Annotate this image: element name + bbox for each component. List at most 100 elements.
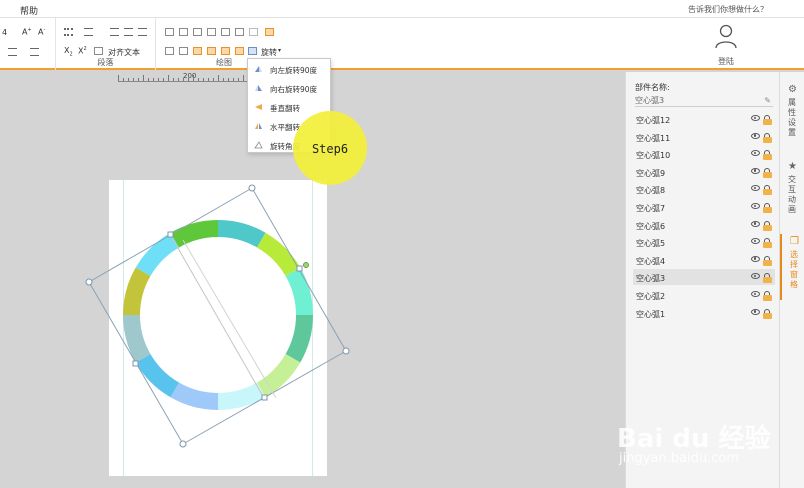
- watermark-url: jingyan.baidu.com: [619, 451, 739, 466]
- ruler-tick: [223, 78, 224, 81]
- layer-row[interactable]: 空心弧2: [633, 287, 775, 303]
- eye-icon[interactable]: [751, 255, 760, 262]
- ruler-tick: [203, 78, 204, 81]
- lock-shape-icon[interactable]: [265, 28, 274, 36]
- menu-help[interactable]: 帮助: [20, 4, 38, 17]
- layer-row[interactable]: 空心弧5: [633, 234, 775, 250]
- baidu-watermark: Bai du 经验 jingyan.baidu.com: [617, 398, 777, 468]
- eye-icon[interactable]: [751, 203, 760, 209]
- layer-label: 空心弧9: [636, 168, 666, 178]
- align-left-shape-icon[interactable]: [165, 28, 174, 36]
- grow-font-icon[interactable]: A+: [22, 27, 32, 37]
- font-size-value[interactable]: 4: [2, 28, 7, 37]
- shrink-font-icon[interactable]: A-: [38, 27, 45, 37]
- tab-properties-label: 属性设置: [788, 98, 796, 137]
- group-icon[interactable]: [165, 47, 174, 55]
- gear-icon: ⚙: [788, 84, 797, 95]
- component-name-field[interactable]: 空心弧3 ✎: [635, 95, 773, 107]
- layer-label: 空心弧4: [636, 256, 666, 266]
- rotate-left-90-label: 向左旋转90度: [270, 66, 318, 75]
- eye-icon[interactable]: [751, 167, 760, 174]
- align-right-shape-icon[interactable]: [193, 28, 202, 36]
- tab-properties[interactable]: ⚙ 属性设置: [780, 82, 804, 142]
- tab-animation[interactable]: ★ 交互动画: [780, 159, 804, 219]
- eye-icon[interactable]: [751, 308, 760, 315]
- lock-icon[interactable]: [763, 167, 772, 178]
- lock-icon[interactable]: [763, 238, 772, 249]
- rotate-left-90-item[interactable]: 向左旋转90度: [248, 60, 332, 78]
- lock-icon[interactable]: [763, 203, 772, 213]
- eye-icon[interactable]: [751, 185, 760, 192]
- superscript-icon[interactable]: X2: [78, 46, 87, 56]
- rotate-right-icon: [255, 85, 262, 91]
- layer-row[interactable]: 空心弧4: [633, 252, 775, 268]
- lock-icon[interactable]: [763, 308, 772, 319]
- resize-handle-se[interactable]: [342, 347, 350, 355]
- ribbon: 4 A+ A- X2 X2 对齐文本 段落 旋转 ▾ 绘图 登陆: [0, 18, 804, 70]
- layer-row[interactable]: 空心弧12: [633, 111, 775, 127]
- login-button[interactable]: 登陆: [705, 22, 747, 66]
- ruler-tick: [213, 78, 214, 81]
- lock-icon[interactable]: [763, 150, 772, 161]
- layer-row[interactable]: 空心弧3: [633, 269, 775, 286]
- rotate-right-90-item[interactable]: 向右旋转90度: [248, 79, 332, 97]
- align-text-icon[interactable]: [94, 47, 103, 55]
- layer-label: 空心弧3: [636, 274, 666, 284]
- ruler-tick: [173, 78, 174, 81]
- rotation-angle-icon: [254, 141, 263, 149]
- edit-pencil-icon[interactable]: ✎: [764, 96, 771, 105]
- rotate-icon[interactable]: [248, 47, 257, 55]
- ruler-tick: [198, 78, 199, 81]
- eye-icon[interactable]: [751, 132, 760, 139]
- bring-forward-icon[interactable]: [193, 47, 202, 55]
- layer-row[interactable]: 空心弧8: [633, 181, 775, 197]
- lock-icon[interactable]: [763, 115, 772, 125]
- lock-icon[interactable]: [763, 273, 772, 284]
- layer-row[interactable]: 空心弧6: [633, 217, 775, 233]
- eye-icon[interactable]: [751, 115, 760, 121]
- bring-front-icon[interactable]: [221, 47, 230, 55]
- shape-outline-icon[interactable]: [30, 48, 39, 56]
- lock-icon[interactable]: [763, 255, 772, 266]
- ruler-tick: [208, 78, 209, 81]
- align-bottom-shape-icon[interactable]: [235, 28, 244, 36]
- distribute-icon[interactable]: [249, 28, 258, 36]
- slide-canvas[interactable]: [109, 180, 327, 476]
- layer-row[interactable]: 空心弧7: [633, 199, 775, 215]
- eye-icon[interactable]: [751, 273, 760, 280]
- align-top-shape-icon[interactable]: [207, 28, 216, 36]
- ungroup-icon[interactable]: [179, 47, 188, 55]
- lock-icon[interactable]: [763, 291, 772, 301]
- tab-selection-pane-label: 选择窗格: [790, 250, 798, 289]
- send-back-icon[interactable]: [235, 47, 244, 55]
- ruler-tick: [163, 78, 164, 81]
- layer-row[interactable]: 空心弧10: [633, 146, 775, 162]
- layer-row[interactable]: 空心弧9: [633, 164, 775, 180]
- line-spacing-2-icon[interactable]: [84, 28, 93, 36]
- tell-me-search[interactable]: 告诉我们你想做什么？: [688, 4, 768, 15]
- align-center-shape-icon[interactable]: [179, 28, 188, 36]
- layer-row[interactable]: 空心弧11: [633, 129, 775, 145]
- tab-selection-pane[interactable]: ❐ 选择窗格: [780, 234, 804, 300]
- align-middle-shape-icon[interactable]: [221, 28, 230, 36]
- resize-handle-nw[interactable]: [85, 278, 93, 286]
- line-spacing-icon[interactable]: [8, 48, 17, 56]
- eye-icon[interactable]: [751, 238, 760, 245]
- eye-icon[interactable]: [751, 150, 760, 157]
- layer-label: 空心弧10: [636, 151, 671, 161]
- lock-icon[interactable]: [763, 132, 772, 143]
- lock-icon[interactable]: [763, 185, 772, 196]
- subscript-icon[interactable]: X2: [64, 46, 73, 58]
- align-left-icon[interactable]: [110, 28, 119, 36]
- lock-icon[interactable]: [763, 220, 772, 231]
- layer-row[interactable]: 空心弧1: [633, 305, 775, 321]
- eye-icon[interactable]: [751, 220, 760, 227]
- bullets-icon[interactable]: [64, 28, 73, 36]
- ruler-tick: [158, 78, 159, 81]
- send-backward-icon[interactable]: [207, 47, 216, 55]
- ruler-tick: [168, 75, 169, 81]
- eye-icon[interactable]: [751, 291, 760, 297]
- align-right-icon[interactable]: [138, 28, 147, 36]
- align-center-icon[interactable]: [124, 28, 133, 36]
- rotate-dropdown-icon[interactable]: ▾: [278, 47, 281, 54]
